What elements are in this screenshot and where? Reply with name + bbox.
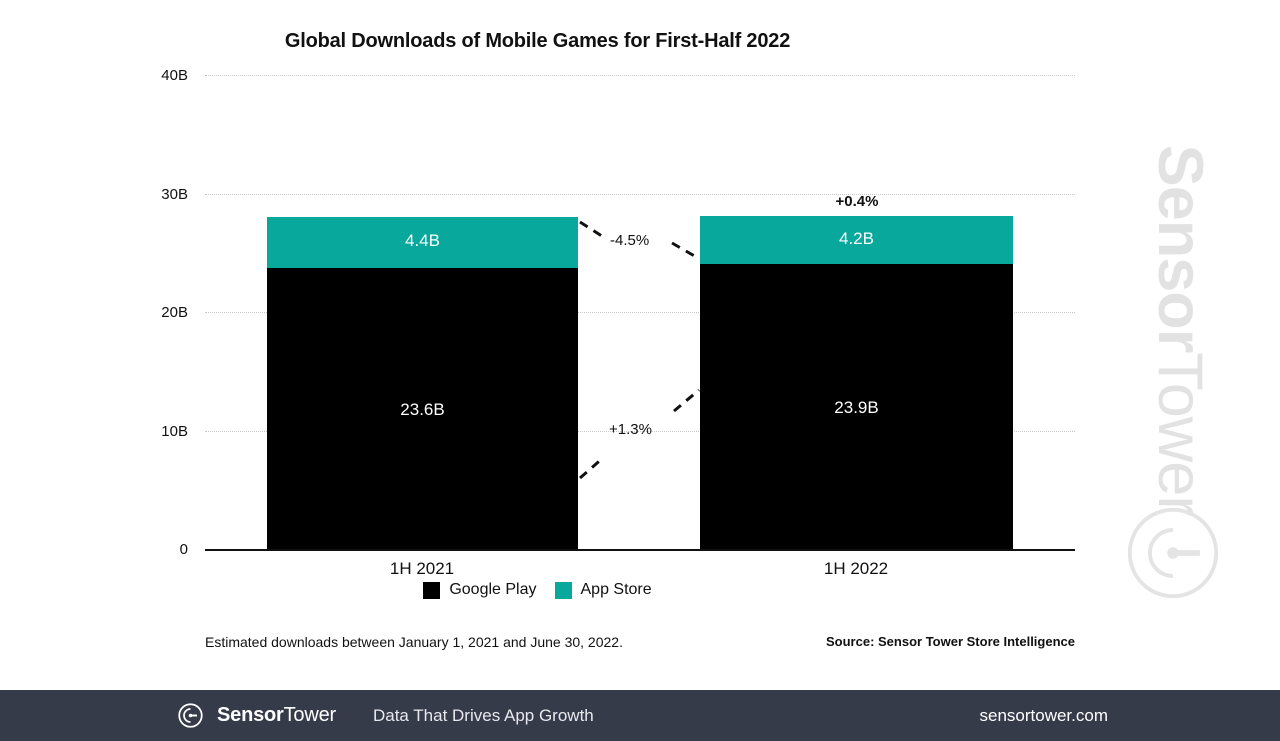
legend-label-google-play: Google Play (449, 581, 537, 598)
x-label-1h-2022: 1H 2022 (823, 559, 889, 578)
footer-brand-group[interactable]: SensorTower Data That Drives App Growth (178, 703, 594, 728)
sensor-tower-footer-logo-icon (178, 703, 203, 728)
x-label-1h-2021: 1H 2021 (389, 559, 455, 578)
page-footer: SensorTower Data That Drives App Growth … (0, 690, 1280, 741)
legend-label-app-store: App Store (580, 581, 652, 598)
footer-tagline: Data That Drives App Growth (372, 705, 594, 725)
legend-item-app-store[interactable]: App Store (554, 581, 652, 599)
footer-url[interactable]: sensortower.com (980, 706, 1109, 726)
app-store-change-label: -4.5% (610, 232, 650, 249)
chart-canvas: SensorTower Global Downloads of Mobile G… (0, 0, 1280, 741)
legend-item-google-play[interactable]: Google Play (423, 581, 537, 599)
chart-source: Source: Sensor Tower Store Intelligence (826, 634, 1075, 649)
footer-brand-text: SensorTower (217, 704, 336, 727)
chart-legend: Google Play App Store (0, 581, 1075, 599)
footer-brand-light: Tower (283, 704, 337, 726)
google-play-change-label: +1.3% (609, 421, 652, 438)
footer-brand-bold: Sensor (217, 704, 284, 726)
chart-footnote: Estimated downloads between January 1, 2… (205, 634, 623, 650)
plot-area: 40B 30B 20B 10B 0 4.4B 23.6B 4.2B 23.9B … (0, 0, 1280, 690)
app-store-swatch-icon (554, 581, 572, 599)
google-play-swatch-icon (423, 581, 441, 599)
